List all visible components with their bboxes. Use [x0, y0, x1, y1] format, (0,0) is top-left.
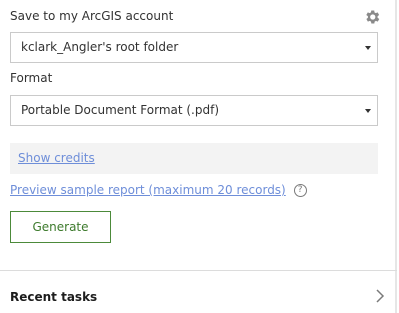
recent-tasks-label: Recent tasks — [10, 290, 98, 304]
gear-icon[interactable] — [363, 8, 381, 26]
format-label: Format — [10, 71, 53, 85]
preview-row: Preview sample report (maximum 20 record… — [10, 183, 307, 197]
preview-sample-report-link[interactable]: Preview sample report (maximum 20 record… — [10, 183, 286, 197]
format-select[interactable]: Portable Document Format (.pdf) — [10, 95, 378, 126]
recent-tasks-row[interactable]: Recent tasks — [0, 280, 397, 313]
format-select-value: Portable Document Format (.pdf) — [21, 103, 220, 117]
folder-select-value: kclark_Angler's root folder — [21, 40, 179, 54]
caret-down-icon — [365, 46, 371, 50]
show-credits-link[interactable]: Show credits — [18, 151, 95, 165]
caret-down-icon — [365, 109, 371, 113]
save-account-label: Save to my ArcGIS account — [10, 9, 174, 23]
report-panel: Save to my ArcGIS account kclark_Angler'… — [0, 0, 397, 313]
credits-panel: Show credits — [10, 143, 378, 174]
generate-button[interactable]: Generate — [10, 211, 111, 243]
divider — [0, 270, 397, 271]
folder-select[interactable]: kclark_Angler's root folder — [10, 32, 378, 63]
chevron-right-icon — [376, 289, 385, 303]
help-icon[interactable]: ? — [293, 184, 307, 197]
